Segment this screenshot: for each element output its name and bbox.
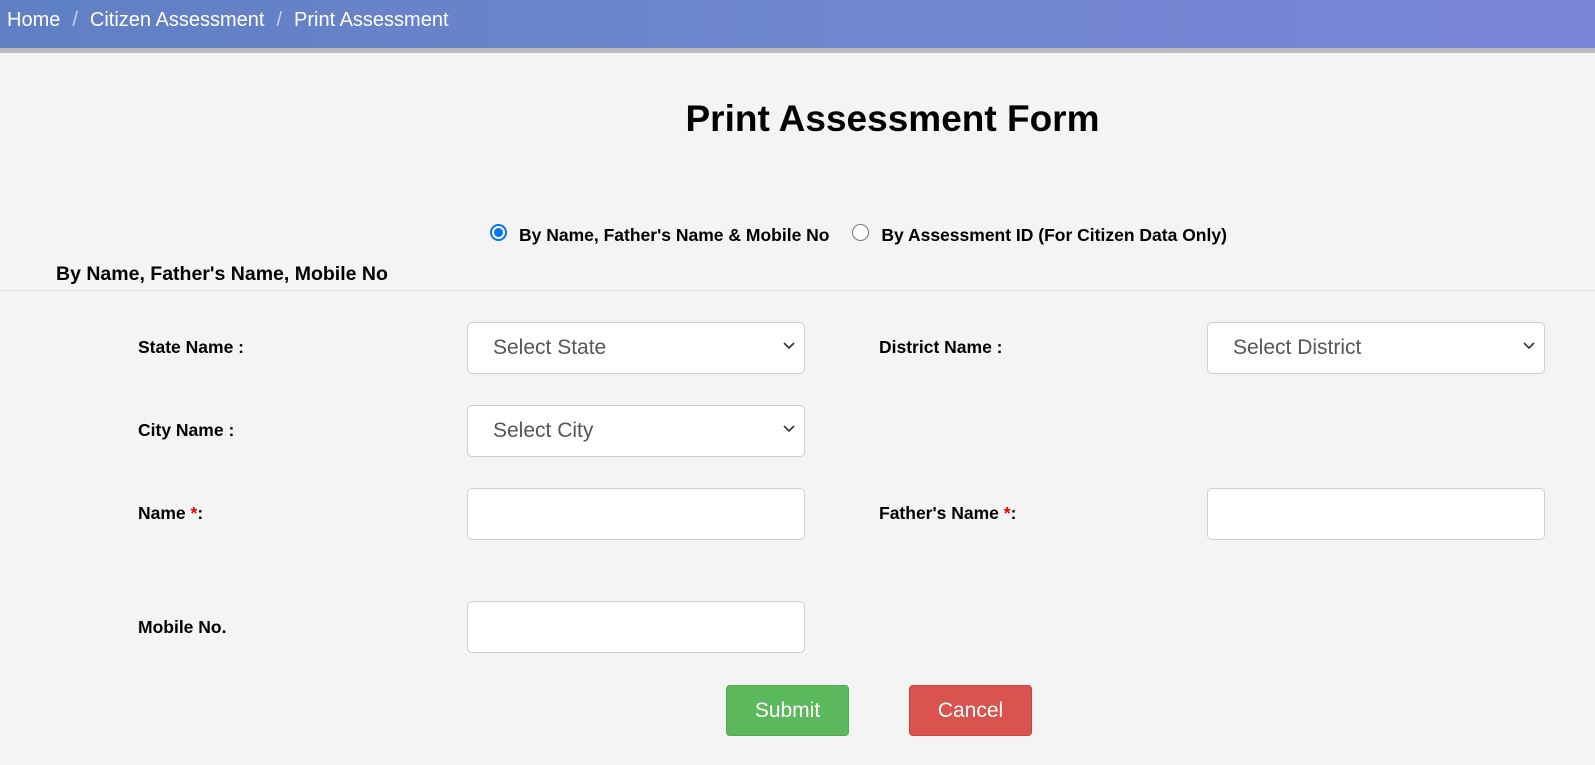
name-label: Name *: xyxy=(138,503,203,524)
district-select-value: Select District xyxy=(1233,336,1362,359)
section-divider xyxy=(0,290,1595,291)
page-title: Print Assessment Form xyxy=(685,98,1100,139)
father-name-input[interactable] xyxy=(1207,488,1545,540)
name-label-text: Name xyxy=(138,503,191,523)
radio-label: By Assessment ID (For Citizen Data Only) xyxy=(881,225,1227,245)
breadcrumb-separator: / xyxy=(276,9,282,31)
breadcrumb: Home / Citizen Assessment / Print Assessment xyxy=(7,9,449,32)
submit-button[interactable]: Submit xyxy=(726,685,849,736)
state-label: State Name : xyxy=(138,337,245,357)
state-select-value: Select State xyxy=(493,336,607,359)
father-name-label-text: Father's Name xyxy=(879,503,1004,523)
radio-label: By Name, Father's Name & Mobile No xyxy=(519,225,830,245)
city-label: City Name : xyxy=(138,420,235,440)
top-header-bar: Home / Citizen Assessment / Print Assessment xyxy=(0,0,1595,53)
search-mode-radio-group: By Name, Father's Name & Mobile No By As… xyxy=(490,224,1245,249)
mobile-label: Mobile No. xyxy=(138,617,227,637)
mobile-input[interactable] xyxy=(467,601,805,653)
father-name-label: Father's Name *: xyxy=(879,503,1016,524)
name-input[interactable] xyxy=(467,488,805,540)
required-asterisk: * xyxy=(1003,503,1011,523)
district-label: District Name : xyxy=(879,337,1003,357)
label-colon: : xyxy=(1010,503,1017,523)
district-select[interactable]: Select District xyxy=(1207,322,1545,374)
label-colon: : xyxy=(197,503,204,523)
radio-button-unchecked[interactable] xyxy=(852,224,870,241)
city-select-value: Select City xyxy=(493,419,594,442)
section-title: By Name, Father's Name, Mobile No xyxy=(56,263,388,285)
city-select[interactable]: Select City xyxy=(467,405,805,457)
breadcrumb-citizen-assessment[interactable]: Citizen Assessment xyxy=(90,9,265,31)
breadcrumb-separator: / xyxy=(72,9,78,31)
state-select[interactable]: Select State xyxy=(467,322,805,374)
radio-by-name[interactable]: By Name, Father's Name & Mobile No xyxy=(490,224,830,246)
breadcrumb-home[interactable]: Home xyxy=(7,9,60,31)
radio-button-checked[interactable] xyxy=(490,224,507,241)
chevron-down-icon xyxy=(783,342,795,350)
chevron-down-icon xyxy=(783,425,795,433)
radio-by-assessment-id[interactable]: By Assessment ID (For Citizen Data Only) xyxy=(852,224,1227,246)
chevron-down-icon xyxy=(1523,342,1535,350)
breadcrumb-current: Print Assessment xyxy=(294,9,449,31)
cancel-button[interactable]: Cancel xyxy=(909,685,1032,736)
